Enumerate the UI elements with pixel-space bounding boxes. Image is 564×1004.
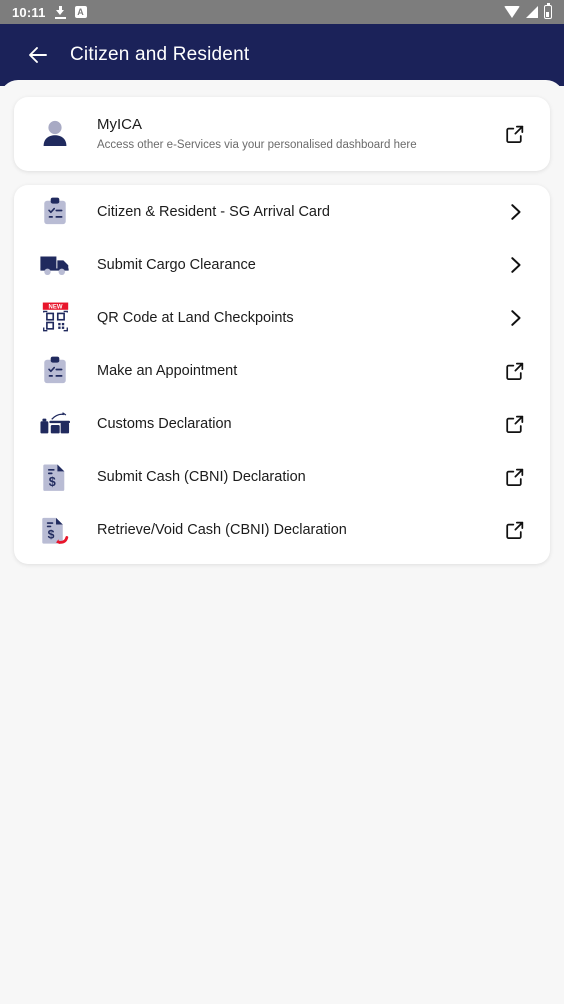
service-icon xyxy=(38,356,72,386)
service-row[interactable]: Submit Cash (CBNI) Declaration xyxy=(14,450,550,503)
service-label: Citizen & Resident - SG Arrival Card xyxy=(97,203,330,220)
status-time: 10:11 xyxy=(12,4,46,20)
back-button[interactable] xyxy=(16,33,60,77)
service-icon xyxy=(38,252,72,277)
person-avatar-icon xyxy=(38,119,72,149)
service-trailing-action[interactable] xyxy=(502,413,528,435)
app-bar: Citizen and Resident xyxy=(0,24,564,86)
external-link-icon xyxy=(504,519,526,541)
qr-code-icon xyxy=(41,302,70,333)
service-row[interactable]: Make an Appointment xyxy=(14,344,550,397)
service-trailing-action[interactable] xyxy=(502,360,528,382)
external-link-icon xyxy=(506,125,524,144)
status-bar: 10:11 A xyxy=(0,0,564,24)
service-label: Retrieve/Void Cash (CBNI) Declaration xyxy=(97,521,347,538)
cash-document-icon xyxy=(42,462,68,492)
truck-icon xyxy=(39,252,71,277)
service-icon xyxy=(38,302,72,333)
external-link-icon xyxy=(504,360,526,382)
service-label: QR Code at Land Checkpoints xyxy=(97,309,294,326)
service-label: Submit Cargo Clearance xyxy=(97,256,256,273)
wifi-icon xyxy=(504,6,520,18)
service-row[interactable]: Customs Declaration xyxy=(14,397,550,450)
service-label: Customs Declaration xyxy=(97,415,232,432)
myica-card[interactable]: MyICA Access other e-Services via your p… xyxy=(14,97,550,171)
myica-row[interactable]: MyICA Access other e-Services via your p… xyxy=(14,97,550,171)
service-icon xyxy=(38,197,72,227)
a-badge-icon: A xyxy=(74,6,87,18)
service-trailing-action[interactable] xyxy=(502,254,528,276)
services-card: Citizen & Resident - SG Arrival Card Subm… xyxy=(14,185,550,564)
external-link-icon xyxy=(504,466,526,488)
myica-title: MyICA xyxy=(97,116,142,133)
service-row[interactable]: Submit Cargo Clearance xyxy=(14,238,550,291)
customs-luggage-icon xyxy=(39,409,71,439)
service-row[interactable]: QR Code at Land Checkpoints xyxy=(14,291,550,344)
service-trailing-action[interactable] xyxy=(502,466,528,488)
service-trailing-action[interactable] xyxy=(502,519,528,541)
download-icon xyxy=(54,5,66,19)
status-bar-left: 10:11 A xyxy=(12,5,87,20)
page-title: Citizen and Resident xyxy=(70,44,250,65)
service-trailing-action[interactable] xyxy=(502,307,528,329)
cellular-signal-icon xyxy=(526,6,538,18)
service-row[interactable]: Retrieve/Void Cash (CBNI) Declaration xyxy=(14,503,550,556)
arrow-left-icon xyxy=(29,47,47,63)
external-link-icon xyxy=(504,413,526,435)
myica-text-block: MyICA Access other e-Services via your p… xyxy=(97,115,502,153)
phone-screen: 10:11 A Citizen and Resident MyICA Acces… xyxy=(0,0,564,1004)
myica-subtitle: Access other e-Services via your persona… xyxy=(97,139,417,151)
service-label: Make an Appointment xyxy=(97,362,238,379)
service-icon xyxy=(38,409,72,439)
service-trailing-action[interactable] xyxy=(502,201,528,223)
chevron-right-icon xyxy=(504,307,526,329)
battery-icon xyxy=(544,3,552,19)
myica-open-button[interactable] xyxy=(502,123,528,145)
chevron-right-icon xyxy=(504,201,526,223)
clipboard-checklist-icon xyxy=(41,197,69,227)
service-label: Submit Cash (CBNI) Declaration xyxy=(97,468,306,485)
chevron-right-icon xyxy=(504,254,526,276)
service-icon xyxy=(38,462,72,492)
content-sheet: MyICA Access other e-Services via your p… xyxy=(0,80,564,1004)
cash-document-undo-icon xyxy=(41,515,70,545)
service-icon xyxy=(38,515,72,545)
clipboard-checklist-icon xyxy=(41,356,69,386)
status-bar-right xyxy=(504,3,552,19)
service-row[interactable]: Citizen & Resident - SG Arrival Card xyxy=(14,185,550,238)
